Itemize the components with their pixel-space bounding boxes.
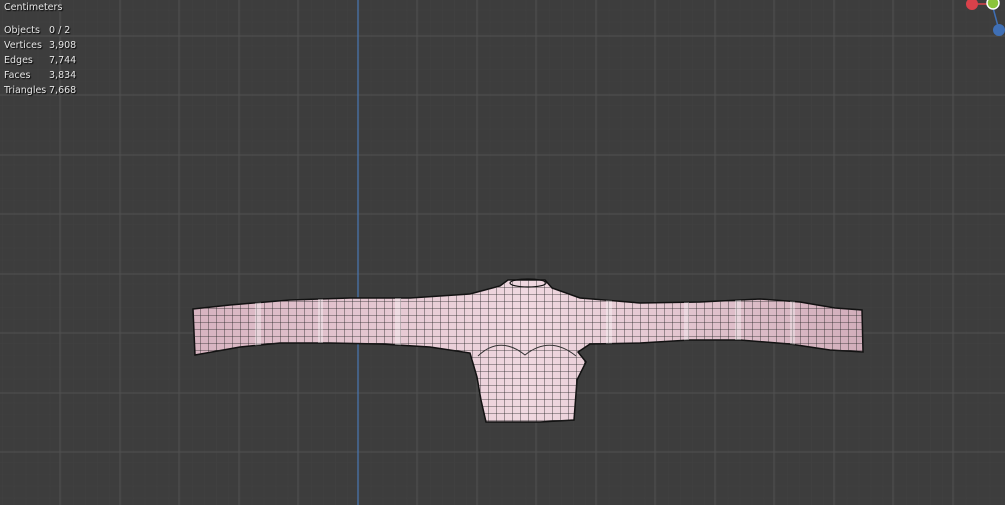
viewport-stats-overlay: Centimeters Objects 0 / 2 Vertices 3,908… [4,0,76,98]
unit-label: Centimeters [4,2,63,13]
stat-row-objects: Objects 0 / 2 [4,23,76,38]
3d-viewport[interactable]: Centimeters Objects 0 / 2 Vertices 3,908… [0,0,1005,505]
stat-row-edges: Edges 7,744 [4,53,76,68]
stat-value: 3,908 [49,40,77,51]
gizmo-z-icon[interactable] [993,24,1005,36]
stat-key: Objects [4,25,40,36]
stat-row-faces: Faces 3,834 [4,68,76,83]
stat-value: 7,668 [49,85,77,96]
gizmo-y-icon[interactable] [986,0,1000,10]
stat-value: 3,834 [49,70,77,81]
gizmo-x-icon[interactable] [966,0,978,10]
stat-value: 7,744 [49,55,77,66]
stat-row-triangles: Triangles 7,668 [4,83,76,98]
stat-key: Vertices [4,40,42,51]
stat-key: Faces [4,70,31,81]
stat-key: Triangles [4,85,47,96]
stat-row-vertices: Vertices 3,908 [4,38,76,53]
viewport-grid [0,0,1005,505]
stat-key: Edges [4,55,33,66]
stat-value: 0 / 2 [49,25,71,36]
navigation-gizmo[interactable] [965,0,1005,40]
